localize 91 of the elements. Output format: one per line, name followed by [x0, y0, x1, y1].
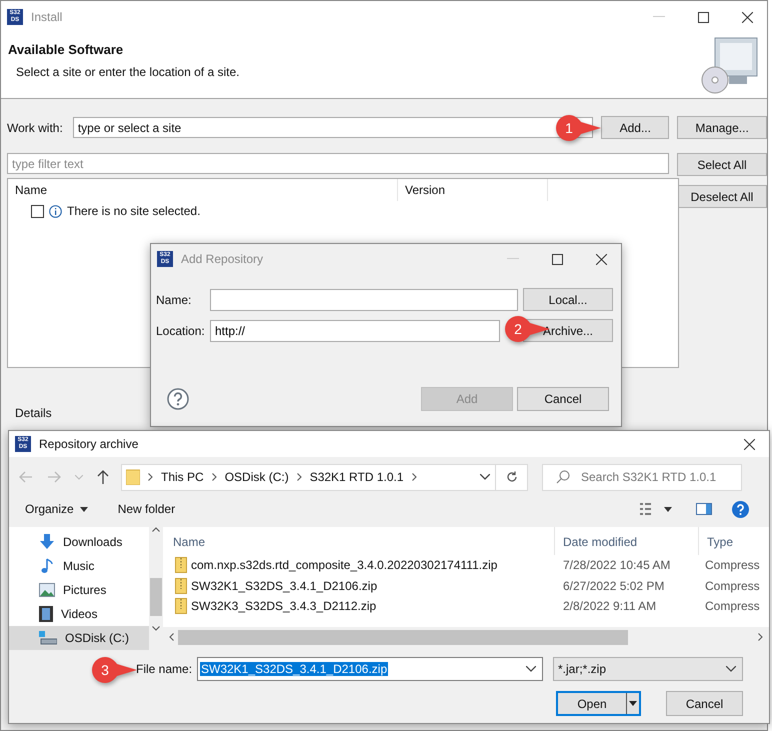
path-crumb[interactable]: S32K1 RTD 1.0.1 [310, 470, 404, 484]
file-type: Compress [704, 599, 760, 614]
dropdown-icon[interactable] [526, 666, 536, 672]
dialog-title: Add Repository [181, 252, 264, 266]
file-name-field[interactable]: SW32K1_S32DS_3.4.1_D2106.zip [197, 657, 543, 681]
caret-icon[interactable] [664, 506, 672, 512]
caret-icon[interactable] [80, 506, 88, 512]
checkbox[interactable] [31, 204, 44, 218]
window-title: Install [31, 10, 62, 24]
dropdown-icon[interactable] [480, 474, 490, 480]
info-icon [49, 204, 62, 218]
up-icon[interactable] [97, 470, 109, 484]
file-row[interactable]: SW32K1_S32DS_3.4.1_D2106.zip 6/27/2022 5:02 PM Compress [163, 576, 769, 596]
nav-item[interactable]: Videos [9, 602, 149, 626]
zip-file-icon [175, 598, 187, 614]
pictures-icon [39, 583, 55, 597]
cancel-button[interactable]: Cancel [517, 387, 609, 411]
filter-field[interactable]: type filter text [7, 153, 669, 174]
refresh-icon [506, 471, 518, 483]
nav-item[interactable]: Downloads [9, 530, 149, 554]
scroll-left-icon[interactable] [169, 633, 174, 641]
nav-item[interactable]: OSDisk (C:) [9, 626, 149, 650]
music-note-icon [39, 558, 55, 574]
film-icon [39, 606, 53, 622]
folder-icon [126, 469, 140, 485]
dialog-title: Repository archive [39, 437, 138, 451]
chevron-icon[interactable] [148, 473, 153, 481]
file-row[interactable]: SW32K3_S32DS_3.4.3_D2112.zip 2/8/2022 9:11 AM Compress [163, 596, 769, 616]
maximize-icon[interactable] [552, 254, 563, 264]
help-icon[interactable] [732, 500, 749, 518]
open-button[interactable]: Open [556, 691, 641, 716]
file-date: 2/8/2022 9:11 AM [562, 599, 658, 614]
file-type: Compress [704, 558, 760, 572]
drive-icon [39, 631, 57, 645]
file-type: Compress [704, 578, 760, 593]
zip-file-icon [175, 578, 187, 594]
column-header[interactable]: Name [163, 527, 555, 555]
side-button[interactable]: Deselect All [677, 185, 767, 208]
location-label: Location: [156, 324, 206, 338]
details-label: Details [15, 406, 53, 420]
manage-button[interactable]: Manage... [677, 116, 767, 139]
maximize-icon[interactable] [698, 12, 709, 22]
monitor-cd-icon [701, 36, 759, 94]
file-row[interactable]: com.nxp.s32ds.rtd_composite_3.4.0.20220302174111.zip 7/28/2022 10:45 AM Compress [163, 555, 769, 576]
column-header[interactable]: Name [8, 179, 398, 201]
refresh-button[interactable] [495, 464, 528, 490]
search-icon [556, 470, 570, 484]
chevron-icon[interactable] [412, 473, 417, 481]
chevron-icon[interactable] [212, 473, 217, 481]
scroll-down-icon[interactable] [152, 626, 160, 631]
file-name: SW32K3_S32DS_3.4.3_D2112.zip [191, 599, 376, 614]
side-button[interactable]: Select All [677, 153, 767, 176]
nav-item[interactable]: Pictures [9, 578, 149, 602]
local-button[interactable]: Local... [523, 288, 613, 311]
column-header[interactable]: Version [398, 179, 548, 201]
page-heading: Available Software [8, 42, 124, 57]
scroll-right-icon[interactable] [758, 633, 763, 641]
organize-menu[interactable]: Organize [25, 502, 74, 516]
zip-file-icon [175, 557, 187, 574]
close-icon[interactable] [742, 12, 753, 22]
step-callout: 3 [90, 655, 138, 685]
file-date: 6/27/2022 5:02 PM [562, 578, 666, 593]
column-header[interactable]: Date modified [555, 527, 699, 555]
new-folder-button[interactable]: New folder [118, 502, 176, 516]
work-with-label: Work with: [7, 120, 64, 134]
nav-item[interactable]: Music [9, 554, 149, 578]
download-icon [39, 534, 55, 550]
cancel-button[interactable]: Cancel [666, 691, 743, 716]
page-subtitle: Select a site or enter the location of a site. [16, 65, 240, 79]
path-crumb[interactable]: OSDisk (C:) [224, 470, 289, 484]
dropdown-icon[interactable] [726, 666, 736, 672]
close-icon[interactable] [744, 438, 755, 450]
close-icon[interactable] [596, 254, 607, 264]
add-button[interactable]: Add... [601, 116, 670, 139]
file-name: com.nxp.s32ds.rtd_composite_3.4.0.20220302174111.zip [191, 558, 498, 572]
file-type-dropdown[interactable]: *.jar;*.zip [553, 657, 743, 681]
file-name-label: File name: [136, 662, 194, 676]
chevron-icon[interactable] [296, 473, 302, 481]
tree-item-text: There is no site selected. [67, 204, 200, 218]
name-label: Name: [156, 292, 192, 306]
step-callout: 1 [554, 113, 602, 143]
path-crumb[interactable]: This PC [161, 470, 204, 484]
location-field[interactable]: http:// [210, 320, 500, 342]
file-name: SW32K1_S32DS_3.4.1_D2106.zip [191, 578, 378, 593]
file-date: 7/28/2022 10:45 AM [562, 558, 672, 572]
caret-icon[interactable] [629, 701, 637, 706]
column-header[interactable]: Type [699, 527, 734, 555]
preview-pane-icon[interactable] [696, 503, 712, 515]
search-field[interactable]: Search S32K1 RTD 1.0.1 [542, 464, 742, 490]
help-icon[interactable] [167, 388, 189, 410]
scroll-up-icon[interactable] [152, 527, 160, 532]
